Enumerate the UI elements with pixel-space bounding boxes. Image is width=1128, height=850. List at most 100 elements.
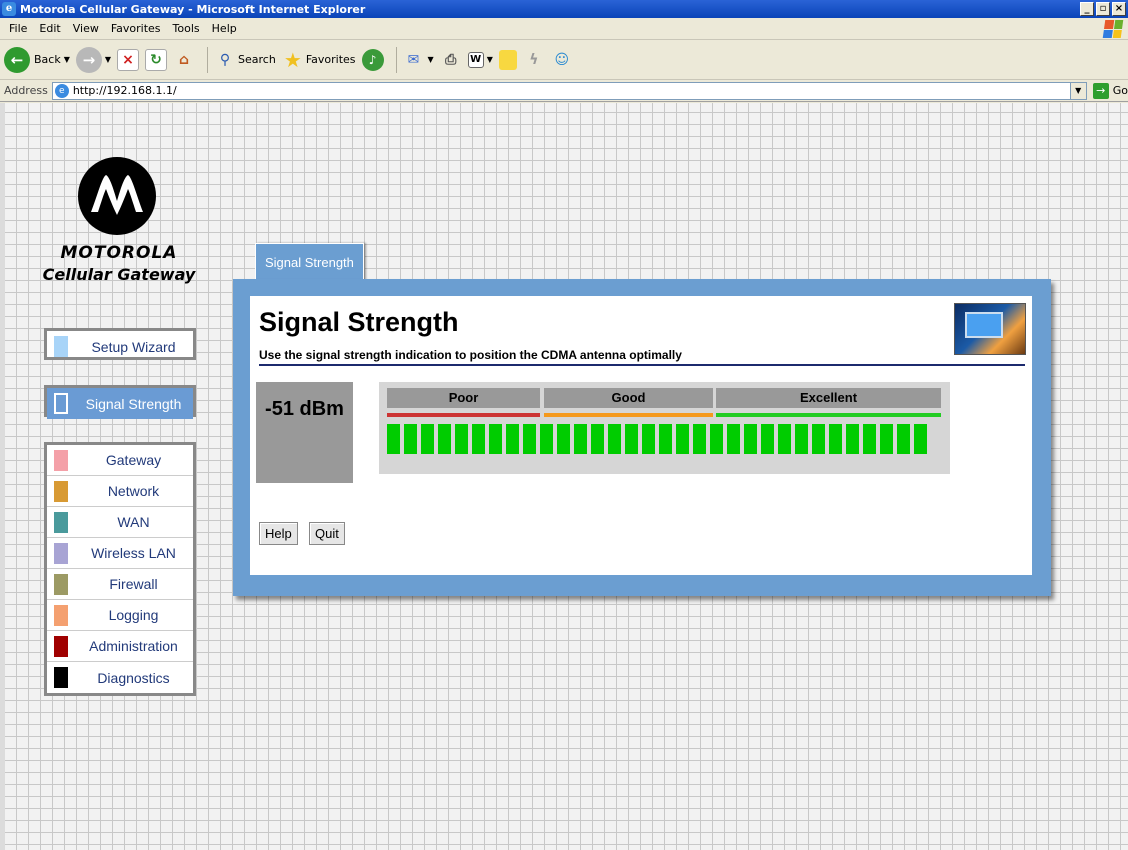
forward-button[interactable]: → ▼	[75, 46, 112, 73]
home-icon: ⌂	[179, 51, 190, 68]
menu-help[interactable]: Help	[206, 22, 243, 35]
search-icon: ⚲	[219, 51, 231, 68]
print-button[interactable]: ⎙	[440, 49, 462, 71]
address-input[interactable]: e http://192.168.1.1/ ▼	[51, 81, 1087, 100]
discuss-button[interactable]	[498, 49, 517, 70]
signal-bar	[693, 424, 706, 454]
signal-bar	[846, 424, 859, 454]
nav-group-main: Gateway Network WAN Wireless LAN Firewal…	[44, 442, 196, 696]
go-button[interactable]: → Go	[1092, 82, 1128, 99]
nav-item-signal-strength[interactable]: Signal Strength	[47, 388, 193, 419]
toolbar: ← Back ▼ → ▼ × ↻ ⌂ ⚲ Search ★ Favorites …	[0, 40, 1128, 80]
window-titlebar: e Motorola Cellular Gateway - Microsoft …	[0, 0, 1128, 18]
signal-bar	[744, 424, 757, 454]
nav-item-label: Wireless LAN	[91, 545, 176, 561]
menu-edit[interactable]: Edit	[33, 22, 66, 35]
chevron-down-icon: ▼	[427, 55, 434, 64]
signal-bar	[506, 424, 519, 454]
brand-block: MOTOROLA Cellular Gateway	[33, 243, 205, 284]
signal-bar	[710, 424, 723, 454]
menu-file[interactable]: File	[3, 22, 33, 35]
meter-level-poor: Poor	[387, 388, 540, 408]
refresh-button[interactable]: ↻	[145, 48, 168, 71]
maximize-button[interactable]: ▫	[1096, 2, 1110, 16]
tab-signal-strength[interactable]: Signal Strength	[255, 243, 364, 281]
motorola-logo	[78, 157, 156, 235]
signal-bar	[455, 424, 468, 454]
research-button[interactable]: ϟ	[523, 49, 545, 71]
media-button[interactable]: ♪	[361, 48, 384, 71]
go-label: Go	[1112, 84, 1128, 97]
minimize-button[interactable]: _	[1080, 2, 1094, 16]
nav-item-wan[interactable]: WAN	[47, 507, 193, 538]
tab-label: Signal Strength	[265, 255, 354, 270]
print-icon: ⎙	[445, 51, 457, 68]
page-subtitle: Use the signal strength indication to po…	[259, 348, 682, 362]
signal-bar	[863, 424, 876, 454]
content-panel: Signal Strength Use the signal strength …	[233, 279, 1051, 596]
brand-product: Cellular Gateway	[42, 265, 196, 284]
ie-icon: e	[2, 2, 16, 16]
nav-item-diagnostics[interactable]: Diagnostics	[47, 662, 193, 693]
address-dropdown-button[interactable]: ▼	[1069, 82, 1086, 99]
nav-color-swatch	[54, 635, 68, 657]
search-label: Search	[238, 53, 276, 66]
edit-button[interactable]: W ▼	[467, 51, 493, 68]
address-url: http://192.168.1.1/	[72, 84, 177, 97]
chevron-down-icon: ▼	[63, 55, 70, 64]
nav-item-gateway[interactable]: Gateway	[47, 445, 193, 476]
menu-favorites[interactable]: Favorites	[105, 22, 167, 35]
nav-item-administration[interactable]: Administration	[47, 631, 193, 662]
signal-meter: Poor Good Excellent	[379, 382, 950, 474]
menu-view[interactable]: View	[67, 22, 105, 35]
media-icon: ♪	[361, 48, 384, 71]
menu-tools[interactable]: Tools	[167, 22, 206, 35]
chevron-down-icon: ▼	[104, 55, 112, 64]
page-viewport: MOTOROLA Cellular Gateway Setup Wizard S…	[0, 103, 1128, 850]
nav-item-label: Gateway	[105, 452, 162, 468]
nav-color-swatch	[54, 604, 68, 626]
chevron-down-icon: ▼	[486, 55, 493, 64]
signal-bar	[642, 424, 655, 454]
search-button[interactable]: ⚲ Search	[214, 49, 276, 71]
go-arrow-icon: →	[1092, 82, 1109, 99]
nav-item-setup-wizard[interactable]: Setup Wizard	[47, 331, 193, 362]
favorites-label: Favorites	[305, 53, 356, 66]
nav-color-swatch	[54, 393, 68, 414]
nav-item-firewall[interactable]: Firewall	[47, 569, 193, 600]
signal-bar	[591, 424, 604, 454]
nav-item-label: Firewall	[109, 576, 158, 592]
signal-bar	[829, 424, 842, 454]
nav-item-logging[interactable]: Logging	[47, 600, 193, 631]
nav-item-network[interactable]: Network	[47, 476, 193, 507]
nav-color-swatch	[54, 667, 68, 688]
messenger-icon: ☺	[554, 51, 570, 68]
home-button[interactable]: ⌂	[173, 49, 195, 71]
stop-button[interactable]: ×	[117, 48, 140, 71]
nav-item-label: Administration	[89, 638, 178, 654]
nav-group-setup: Setup Wizard	[44, 328, 196, 360]
quit-button[interactable]: Quit	[309, 522, 345, 545]
title-divider	[259, 364, 1025, 366]
note-icon	[498, 49, 517, 70]
signal-bars	[387, 424, 927, 454]
close-button[interactable]: ×	[1112, 2, 1126, 16]
nav-color-swatch	[54, 480, 68, 502]
nav-item-wireless-lan[interactable]: Wireless LAN	[47, 538, 193, 569]
back-label: Back	[34, 53, 61, 66]
signal-bar	[676, 424, 689, 454]
back-button[interactable]: ← Back ▼	[4, 46, 70, 73]
messenger-button[interactable]: ☺	[551, 49, 573, 71]
signal-bar	[761, 424, 774, 454]
favorites-button[interactable]: ★ Favorites	[282, 48, 356, 72]
page-title: Signal Strength	[259, 307, 459, 337]
mail-button[interactable]: ✉ ▼	[403, 49, 434, 71]
signal-bar	[727, 424, 740, 454]
nav-color-swatch	[54, 511, 68, 533]
meter-level-excellent: Excellent	[716, 388, 941, 408]
signal-bar	[540, 424, 553, 454]
help-button[interactable]: Help	[259, 522, 298, 545]
nav-item-label: Signal Strength	[85, 395, 182, 412]
signal-bar	[812, 424, 825, 454]
page-icon: e	[54, 83, 69, 98]
